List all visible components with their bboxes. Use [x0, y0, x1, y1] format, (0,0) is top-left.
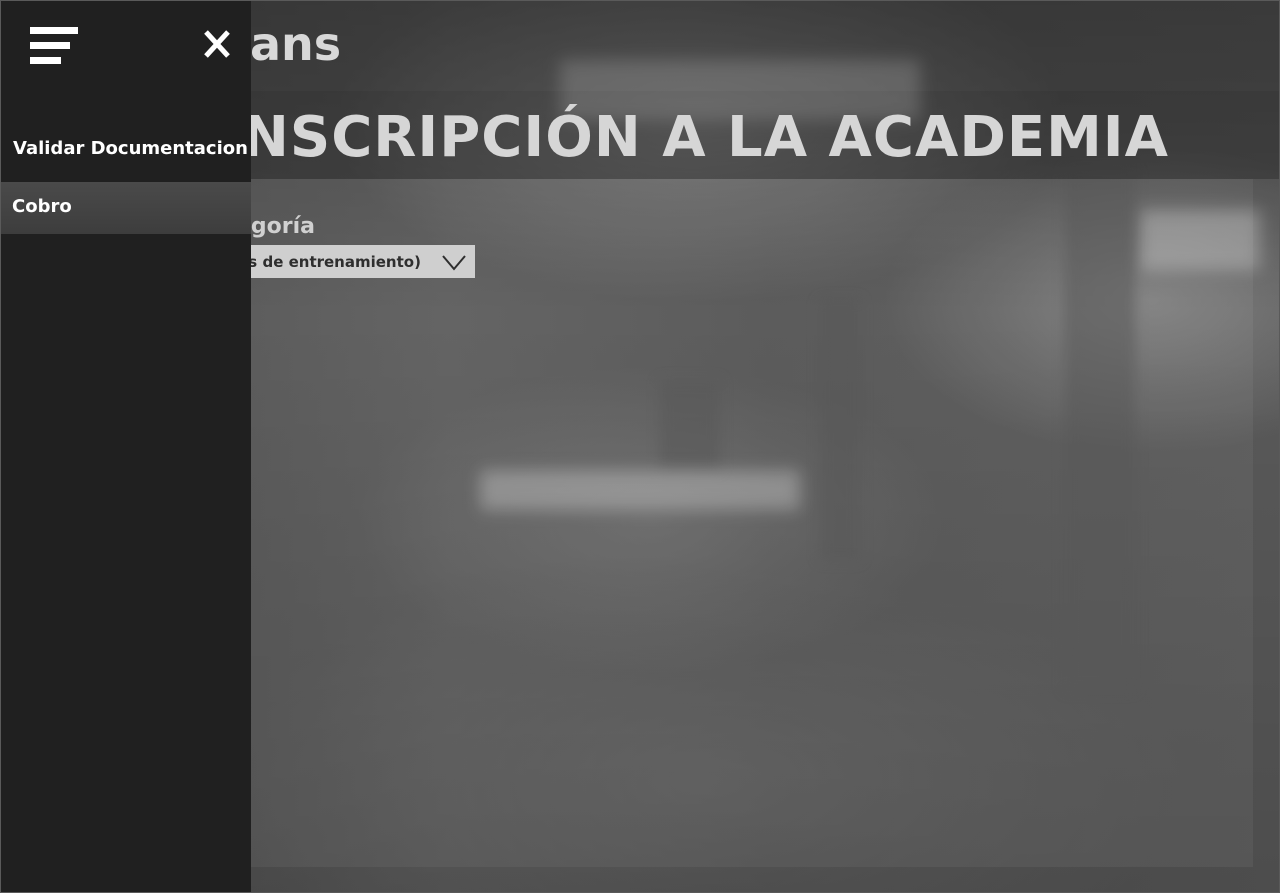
hamburger-bar	[30, 57, 61, 64]
menu-item-validar-documentacion[interactable]: Validar Documentacion	[0, 124, 251, 174]
category-select[interactable]: os de entrenamiento)	[236, 245, 475, 278]
drawer-menu: Validar Documentacion Cobro	[0, 124, 251, 234]
app-page: ans NSCRIPCIÓN A LA ACADEMIA egoría os d…	[0, 0, 1280, 893]
category-select-value: os de entrenamiento)	[238, 252, 421, 271]
hamburger-bar	[30, 42, 70, 49]
side-drawer: Validar Documentacion Cobro	[0, 0, 251, 893]
brand-logo-text[interactable]: ans	[250, 14, 341, 74]
close-icon[interactable]	[200, 26, 234, 62]
hamburger-bar	[30, 27, 78, 34]
hamburger-icon[interactable]	[30, 27, 78, 65]
chevron-down-icon	[442, 254, 466, 271]
page-title: NSCRIPCIÓN A LA ACADEMIA	[242, 105, 1169, 170]
menu-item-cobro[interactable]: Cobro	[0, 182, 251, 234]
content-panel	[240, 179, 1253, 867]
